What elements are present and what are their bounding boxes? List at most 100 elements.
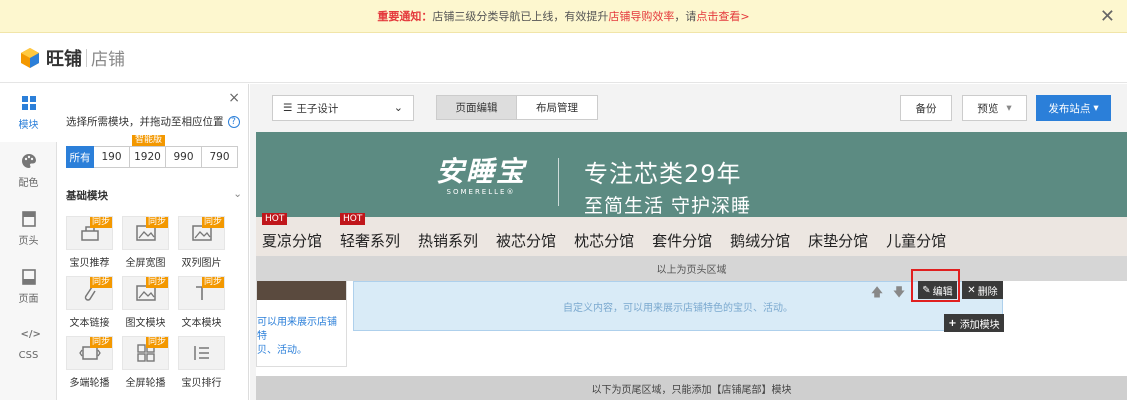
theme-select[interactable]: ☰ 王子设计 ⌄ — [272, 95, 414, 121]
module-thumb: 同步 — [66, 336, 113, 370]
filter-190[interactable]: 190 — [94, 146, 130, 168]
module-label: 宝贝排行 — [181, 378, 222, 389]
rail-item-header[interactable]: 页头 — [0, 200, 57, 258]
module-item[interactable]: 同步 文本模块 — [178, 276, 225, 329]
notice-bar: 重要通知： 店铺三级分类导航已上线，有效提升 店铺导购效率 ，请 点击查看> ✕ — [0, 0, 1127, 33]
close-icon: ✕ — [967, 284, 976, 296]
rail-item-page[interactable]: 页面 — [0, 258, 57, 316]
section-basic-modules[interactable]: 基础模块 ⌄ — [66, 188, 242, 203]
nav-item[interactable]: 床垫分馆 — [808, 230, 868, 251]
filter-1920-label: 1920 — [134, 151, 161, 163]
module-item[interactable]: 同步 宝贝推荐 — [66, 216, 113, 269]
module-thumb: 同步 — [122, 336, 169, 370]
rail-label-modules: 模块 — [18, 120, 39, 131]
add-module-button[interactable]: + 添加模块 — [944, 314, 1004, 332]
panel-hint: 选择所需模块，并拖动至相应位置 ? — [66, 114, 240, 129]
nav-item[interactable]: 儿童分馆 — [886, 230, 946, 251]
nav-label: 套件分馆 — [652, 232, 713, 250]
app-name: 旺铺 — [46, 48, 82, 70]
section-title: 基础模块 — [66, 190, 108, 202]
module-label: 图文模块 — [125, 318, 166, 329]
code-icon: </> — [20, 329, 41, 340]
module-item[interactable]: 同步 图文模块 — [122, 276, 169, 329]
help-icon[interactable]: ? — [227, 115, 240, 128]
tab-page-edit[interactable]: 页面编辑 — [436, 95, 517, 120]
grid-icon — [21, 96, 36, 110]
delete-label: 删除 — [977, 286, 998, 298]
rail-label-header: 页头 — [18, 236, 39, 247]
add-module-label: 添加模块 — [959, 319, 1000, 331]
module-label: 全屏轮播 — [125, 378, 166, 389]
nav-label: 床垫分馆 — [808, 232, 869, 250]
logo-divider — [86, 48, 87, 67]
caret-down-icon: ▾ — [1093, 102, 1099, 114]
module-panel: × 选择所需模块，并拖动至相应位置 ? 所有 190 智能版 1920 990 … — [57, 84, 304, 400]
module-label: 多端轮播 — [69, 378, 110, 389]
module-label: 全屏宽图 — [125, 258, 166, 269]
module-item[interactable]: 宝贝排行 — [178, 336, 225, 389]
banner-divider — [558, 158, 559, 206]
notice-prefix: 重要通知： — [377, 10, 433, 23]
notice-close-icon[interactable]: ✕ — [1100, 6, 1115, 27]
nav-item[interactable]: HOT 夏凉分馆 — [262, 213, 322, 251]
smart-version-badge: 智能版 — [132, 135, 166, 146]
nav-item[interactable]: 被芯分馆 — [496, 230, 556, 251]
nav-item[interactable]: 鹅绒分馆 — [730, 230, 790, 251]
header-zone-divider: 以上为页头区域 — [256, 256, 1127, 281]
nav-label: 被芯分馆 — [496, 232, 557, 250]
publish-button[interactable]: 发布站点 ▾ — [1036, 95, 1111, 121]
module-item[interactable]: 同步 多端轮播 — [66, 336, 113, 389]
sync-badge: 同步 — [89, 277, 112, 288]
edit-button[interactable]: ✎ 编辑 — [918, 281, 957, 299]
side-module-text-1: 可以用来展示店铺特 — [257, 317, 337, 342]
store-banner[interactable]: 安睡宝 SOMERELLE® 专注芯类29年 至简生活 守护深睡 — [256, 132, 1127, 217]
nav-item[interactable]: HOT 轻奢系列 — [340, 213, 400, 251]
module-item[interactable]: 同步 文本链接 — [66, 276, 113, 329]
rail-item-css[interactable]: </> CSS — [0, 316, 57, 374]
rail-item-modules[interactable]: 模块 — [0, 84, 57, 142]
module-thumb: 同步 — [178, 276, 225, 310]
backup-button[interactable]: 备份 — [900, 95, 952, 121]
side-custom-module[interactable]: 可以用来展示店铺特 贝、活动。 — [256, 281, 347, 367]
nav-item[interactable]: 枕芯分馆 — [574, 230, 634, 251]
notice-link[interactable]: 点击查看> — [696, 8, 749, 24]
ranking-icon — [193, 346, 209, 360]
slogan-line-2: 至简生活 守护深睡 — [584, 195, 752, 217]
filter-all[interactable]: 所有 — [66, 146, 94, 168]
slogan-line-1: 专注芯类29年 — [584, 160, 742, 188]
menu-icon: ☰ — [283, 102, 293, 114]
filter-990[interactable]: 990 — [166, 146, 202, 168]
module-item[interactable]: 同步 全屏宽图 — [122, 216, 169, 269]
edit-label: 编辑 — [932, 286, 953, 298]
preview-button[interactable]: 预览 ▾ — [962, 95, 1027, 121]
page-icon — [21, 269, 36, 285]
tab-layout-manage[interactable]: 布局管理 — [517, 95, 598, 120]
module-item[interactable]: 同步 全屏轮播 — [122, 336, 169, 389]
module-thumb: 同步 — [66, 216, 113, 250]
hot-badge: HOT — [262, 213, 288, 225]
nav-item[interactable]: 热销系列 — [418, 230, 478, 251]
carousel-icon — [78, 346, 101, 360]
logo-icon — [20, 47, 40, 69]
filter-1920[interactable]: 智能版 1920 — [130, 135, 166, 168]
module-label: 宝贝推荐 — [69, 258, 110, 269]
side-module-text-2: 贝、活动。 — [257, 345, 307, 356]
module-item[interactable]: 同步 双列图片 — [178, 216, 225, 269]
module-thumb: 同步 — [178, 216, 225, 250]
rail-label-page: 页面 — [18, 294, 39, 305]
module-label: 文本模块 — [181, 318, 222, 329]
module-label: 文本链接 — [69, 318, 110, 329]
sync-badge: 同步 — [201, 277, 224, 288]
chevron-down-icon: ⌄ — [233, 188, 242, 200]
delete-button[interactable]: ✕ 删除 — [962, 281, 1003, 299]
move-down-icon[interactable]: 🡇 — [892, 283, 906, 299]
side-module-bar — [257, 281, 346, 300]
nav-item[interactable]: 套件分馆 — [652, 230, 712, 251]
theme-select-value: 王子设计 — [296, 102, 339, 115]
side-module-text: 可以用来展示店铺特 贝、活动。 — [257, 300, 346, 358]
rail-item-colors[interactable]: 配色 — [0, 142, 57, 200]
move-up-icon[interactable]: 🡅 — [870, 283, 884, 299]
filter-790[interactable]: 790 — [202, 146, 238, 168]
rail-label-css: CSS — [18, 350, 39, 361]
panel-close-icon[interactable]: × — [228, 90, 240, 106]
